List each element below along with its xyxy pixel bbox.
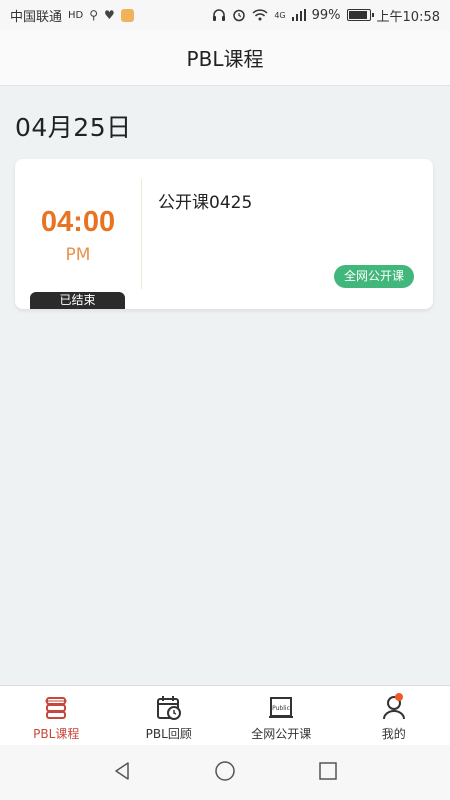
wifi-icon — [252, 9, 268, 21]
back-icon — [114, 761, 129, 780]
tab-label: PBL回顾 — [145, 727, 192, 741]
headphones-icon — [213, 9, 226, 21]
battery-icon — [346, 9, 374, 21]
tab-label: PBL课程 — [33, 727, 80, 741]
home-icon — [215, 760, 235, 781]
svg-text:Public: Public — [272, 705, 290, 712]
tab-label: 全网公开课 — [251, 727, 312, 741]
network-badge: 4G — [274, 10, 286, 20]
alarm-icon — [233, 9, 246, 22]
carrier-hd: HD — [68, 9, 84, 21]
tab-pbl-review[interactable]: PBL回顾 — [113, 686, 226, 745]
calendar-clock-icon — [156, 696, 181, 720]
public-course-tag: 全网公开课 — [333, 265, 414, 288]
public-board-icon: Public — [269, 697, 294, 718]
tab-mine[interactable]: 我的 — [338, 686, 450, 745]
tab-public-courses[interactable]: Public 全网公开课 — [225, 686, 338, 745]
page-title: PBL课程 — [186, 47, 264, 71]
tab-label: 我的 — [381, 727, 406, 741]
app-header: PBL课程 — [0, 30, 450, 86]
status-bar-left: 中国联通 HD ⚲ ♥ — [10, 6, 134, 25]
course-ampm: PM — [65, 245, 91, 265]
user-icon — [382, 696, 405, 720]
recents-button[interactable] — [316, 759, 340, 787]
course-card[interactable]: 04:00 PM 公开课0425 已结束 全网公开课 — [15, 159, 433, 309]
books-icon — [45, 697, 68, 719]
status-bar: 中国联通 HD ⚲ ♥ 4G 99% 上午10:58 — [0, 0, 450, 30]
carrier-name: 中国联通 — [10, 9, 63, 25]
course-time: 04:00 — [40, 206, 116, 238]
date-heading: 04月25日 — [15, 113, 132, 142]
bottom-tab-bar: PBL课程 PBL回顾 Public 全网公开课 我的 — [0, 685, 450, 745]
usb-icon: ⚲ — [89, 8, 99, 22]
health-icon: ♥ — [104, 8, 115, 22]
notification-dot — [394, 693, 403, 701]
status-badge: 已结束 — [30, 292, 125, 309]
back-button[interactable] — [110, 759, 134, 787]
app-icon — [120, 8, 134, 22]
status-bar-right: 4G 99% 上午10:58 — [212, 6, 440, 25]
battery-percent: 99% — [311, 7, 341, 23]
signal-icon — [291, 9, 306, 21]
tab-pbl-courses[interactable]: PBL课程 — [0, 686, 113, 745]
system-nav-bar — [0, 745, 450, 800]
card-divider — [141, 179, 142, 289]
course-title: 公开课0425 — [158, 193, 253, 213]
home-button[interactable] — [213, 759, 237, 787]
clock: 上午10:58 — [376, 9, 440, 25]
recents-icon — [319, 761, 338, 780]
